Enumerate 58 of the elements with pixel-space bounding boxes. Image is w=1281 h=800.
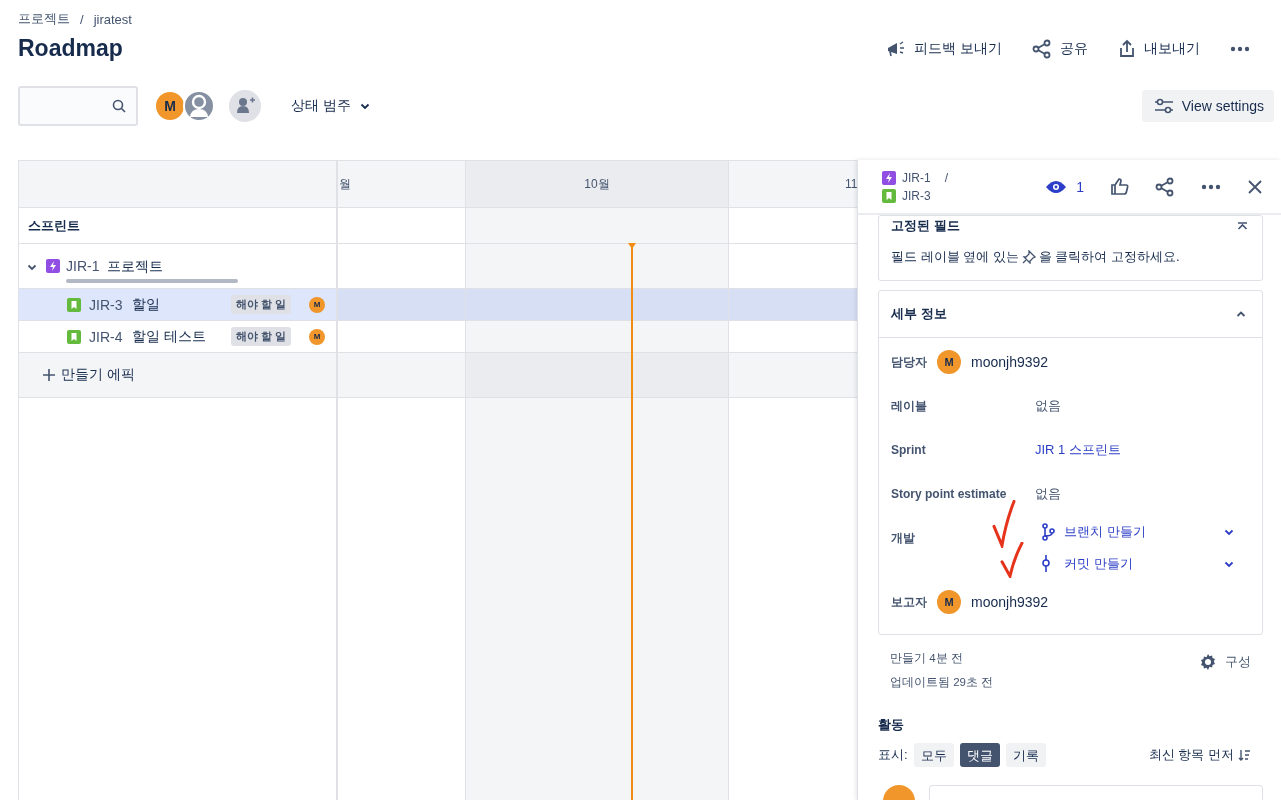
export-button[interactable]: 내보내기	[1118, 39, 1200, 58]
breadcrumb-link[interactable]: 프로젝트	[18, 10, 70, 28]
issue-key[interactable]: JIR-4	[89, 328, 123, 345]
commit-button[interactable]: 커밋 만들기	[1035, 548, 1262, 580]
issue-title[interactable]: 프로젝트	[107, 258, 164, 276]
updated-time: 업데이트됨 29초 전	[890, 675, 994, 690]
issue-row[interactable]: JIR-3 할일 해야 할 일 M	[19, 289, 338, 321]
sort-button[interactable]: 최신 항목 먼저	[1148, 746, 1263, 764]
share-button[interactable]: 공유	[1032, 38, 1088, 59]
breadcrumb-link[interactable]: jiratest	[93, 11, 132, 27]
section-title: 활동	[878, 716, 905, 734]
issue-key[interactable]: JIR-1	[66, 258, 100, 274]
breadcrumb-separator: /	[944, 170, 948, 185]
user-avatar[interactable]: M	[154, 90, 186, 122]
filter-chip[interactable]: 댓글	[959, 743, 1000, 767]
hint-text: 을 클릭하여 고정하세요.	[1038, 248, 1180, 266]
field-label: 레이블	[891, 397, 927, 415]
card-title: 고정된 필드	[891, 217, 960, 235]
filter-dropdown[interactable]: 상태 범주	[285, 96, 376, 116]
status-lozenge: 해야 할 일	[230, 295, 291, 314]
issue-key[interactable]: JIR-3	[89, 296, 123, 313]
field-label: 보고자	[891, 593, 927, 611]
filter-chip[interactable]: 기록	[1005, 743, 1046, 767]
field-value: 없음	[1035, 485, 1062, 503]
field-label: Sprint	[891, 443, 926, 457]
watch-button[interactable]: 1	[1045, 178, 1084, 195]
field-value: 없음	[1035, 397, 1062, 415]
user-name[interactable]: moonjh9392	[971, 594, 1049, 610]
status-lozenge: 해야 할 일	[230, 327, 291, 346]
hint-text: 필드 레이블 옆에 있는	[891, 248, 1019, 266]
month-label: 월	[339, 175, 351, 193]
assignee-avatar: M	[309, 328, 325, 345]
breadcrumb-link[interactable]: JIR-3	[902, 188, 931, 203]
field-label: 개발	[891, 530, 915, 547]
sprint-label: 스프린트	[28, 216, 80, 235]
configure-button[interactable]: 구성	[1199, 651, 1251, 673]
issue-title[interactable]: 할일	[132, 295, 161, 314]
view-settings-button[interactable]: View settings	[1141, 90, 1274, 122]
field-label: 담당자	[891, 353, 927, 371]
created-time: 만들기 4분 전	[890, 651, 964, 666]
month-label: 11	[845, 177, 858, 191]
assignee-avatar: M	[309, 296, 325, 313]
page-title: Roadmap	[18, 35, 123, 62]
sprint-link[interactable]: JIR 1 스프린트	[1035, 441, 1262, 459]
filter-label: 표시:	[878, 746, 908, 764]
user-name[interactable]: moonjh9392	[971, 354, 1049, 370]
user-avatar: M	[937, 590, 961, 614]
field-label: Story point estimate	[891, 487, 1007, 501]
breadcrumb-separator: /	[80, 11, 84, 27]
month-label: 10월	[584, 175, 610, 193]
user-avatar: M	[937, 350, 961, 374]
feedback-button[interactable]: 피드백 보내기	[886, 39, 1002, 58]
create-epic-button[interactable]: 만들기 에픽	[43, 366, 135, 384]
issue-title[interactable]: 할일 테스트	[132, 327, 207, 346]
filter-chip[interactable]: 모두	[913, 743, 954, 767]
branch-button[interactable]: 브랜치 만들기	[1035, 516, 1262, 548]
breadcrumb-link[interactable]: JIR-1	[902, 170, 931, 185]
card-title: 세부 정보	[891, 305, 947, 323]
